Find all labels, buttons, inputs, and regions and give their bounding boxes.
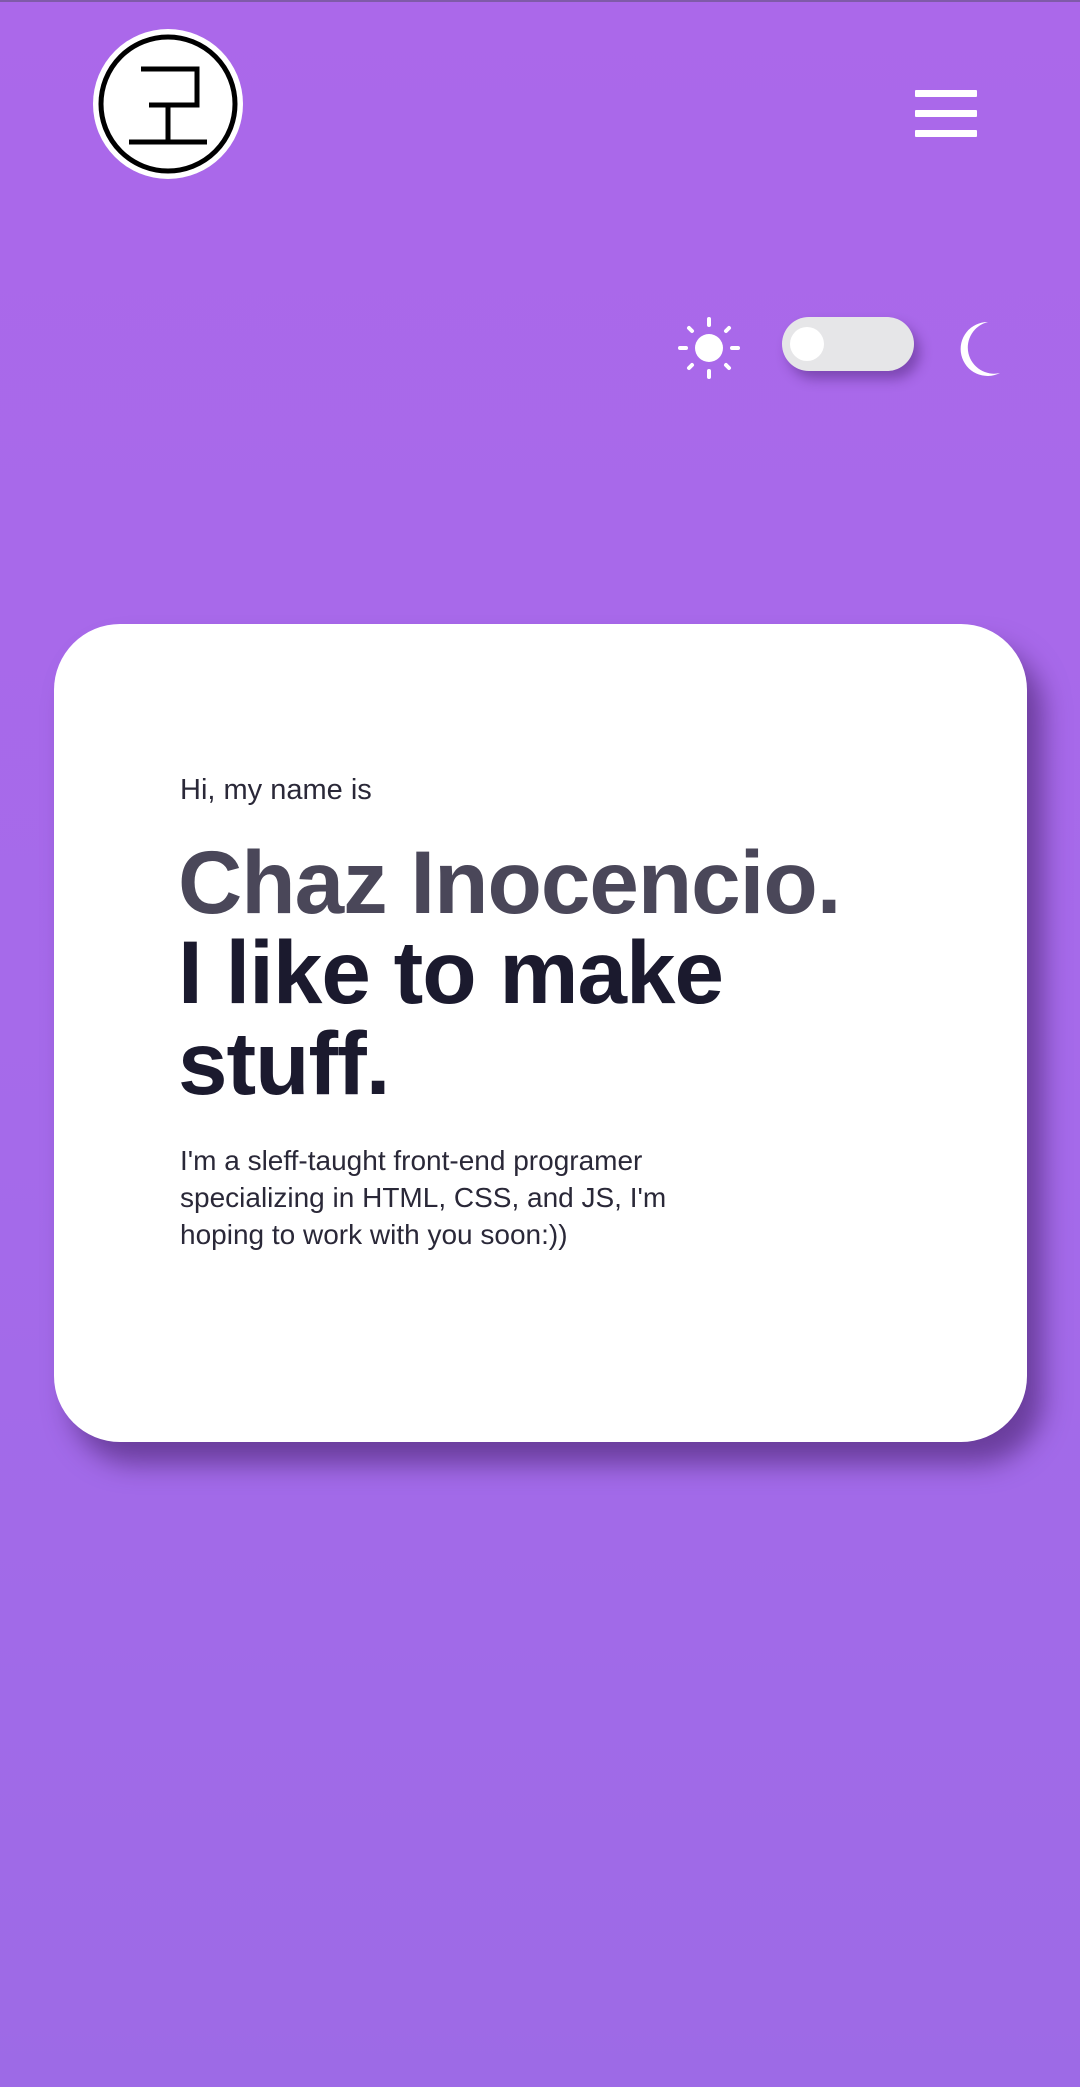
menu-bar	[915, 90, 977, 97]
seal-monogram-icon	[98, 34, 238, 174]
moon-icon	[960, 321, 1000, 376]
toggle-knob	[790, 327, 824, 361]
greeting-text: Hi, my name is	[180, 774, 372, 806]
menu-bar	[915, 110, 977, 117]
bio-text: I'm a sleff-taught front-end programer s…	[180, 1145, 667, 1250]
name-heading: Chaz Inocencio.	[178, 832, 841, 932]
hamburger-menu-icon[interactable]	[915, 88, 977, 138]
top-border	[0, 0, 1080, 2]
hero-card: Hi, my name is Chaz Inocencio. I like to…	[54, 624, 1027, 1442]
tagline-heading: I like to make stuff.	[178, 922, 724, 1113]
logo[interactable]	[93, 29, 243, 179]
theme-toggle[interactable]	[782, 317, 914, 371]
sun-icon	[678, 317, 740, 379]
menu-bar	[915, 130, 977, 137]
